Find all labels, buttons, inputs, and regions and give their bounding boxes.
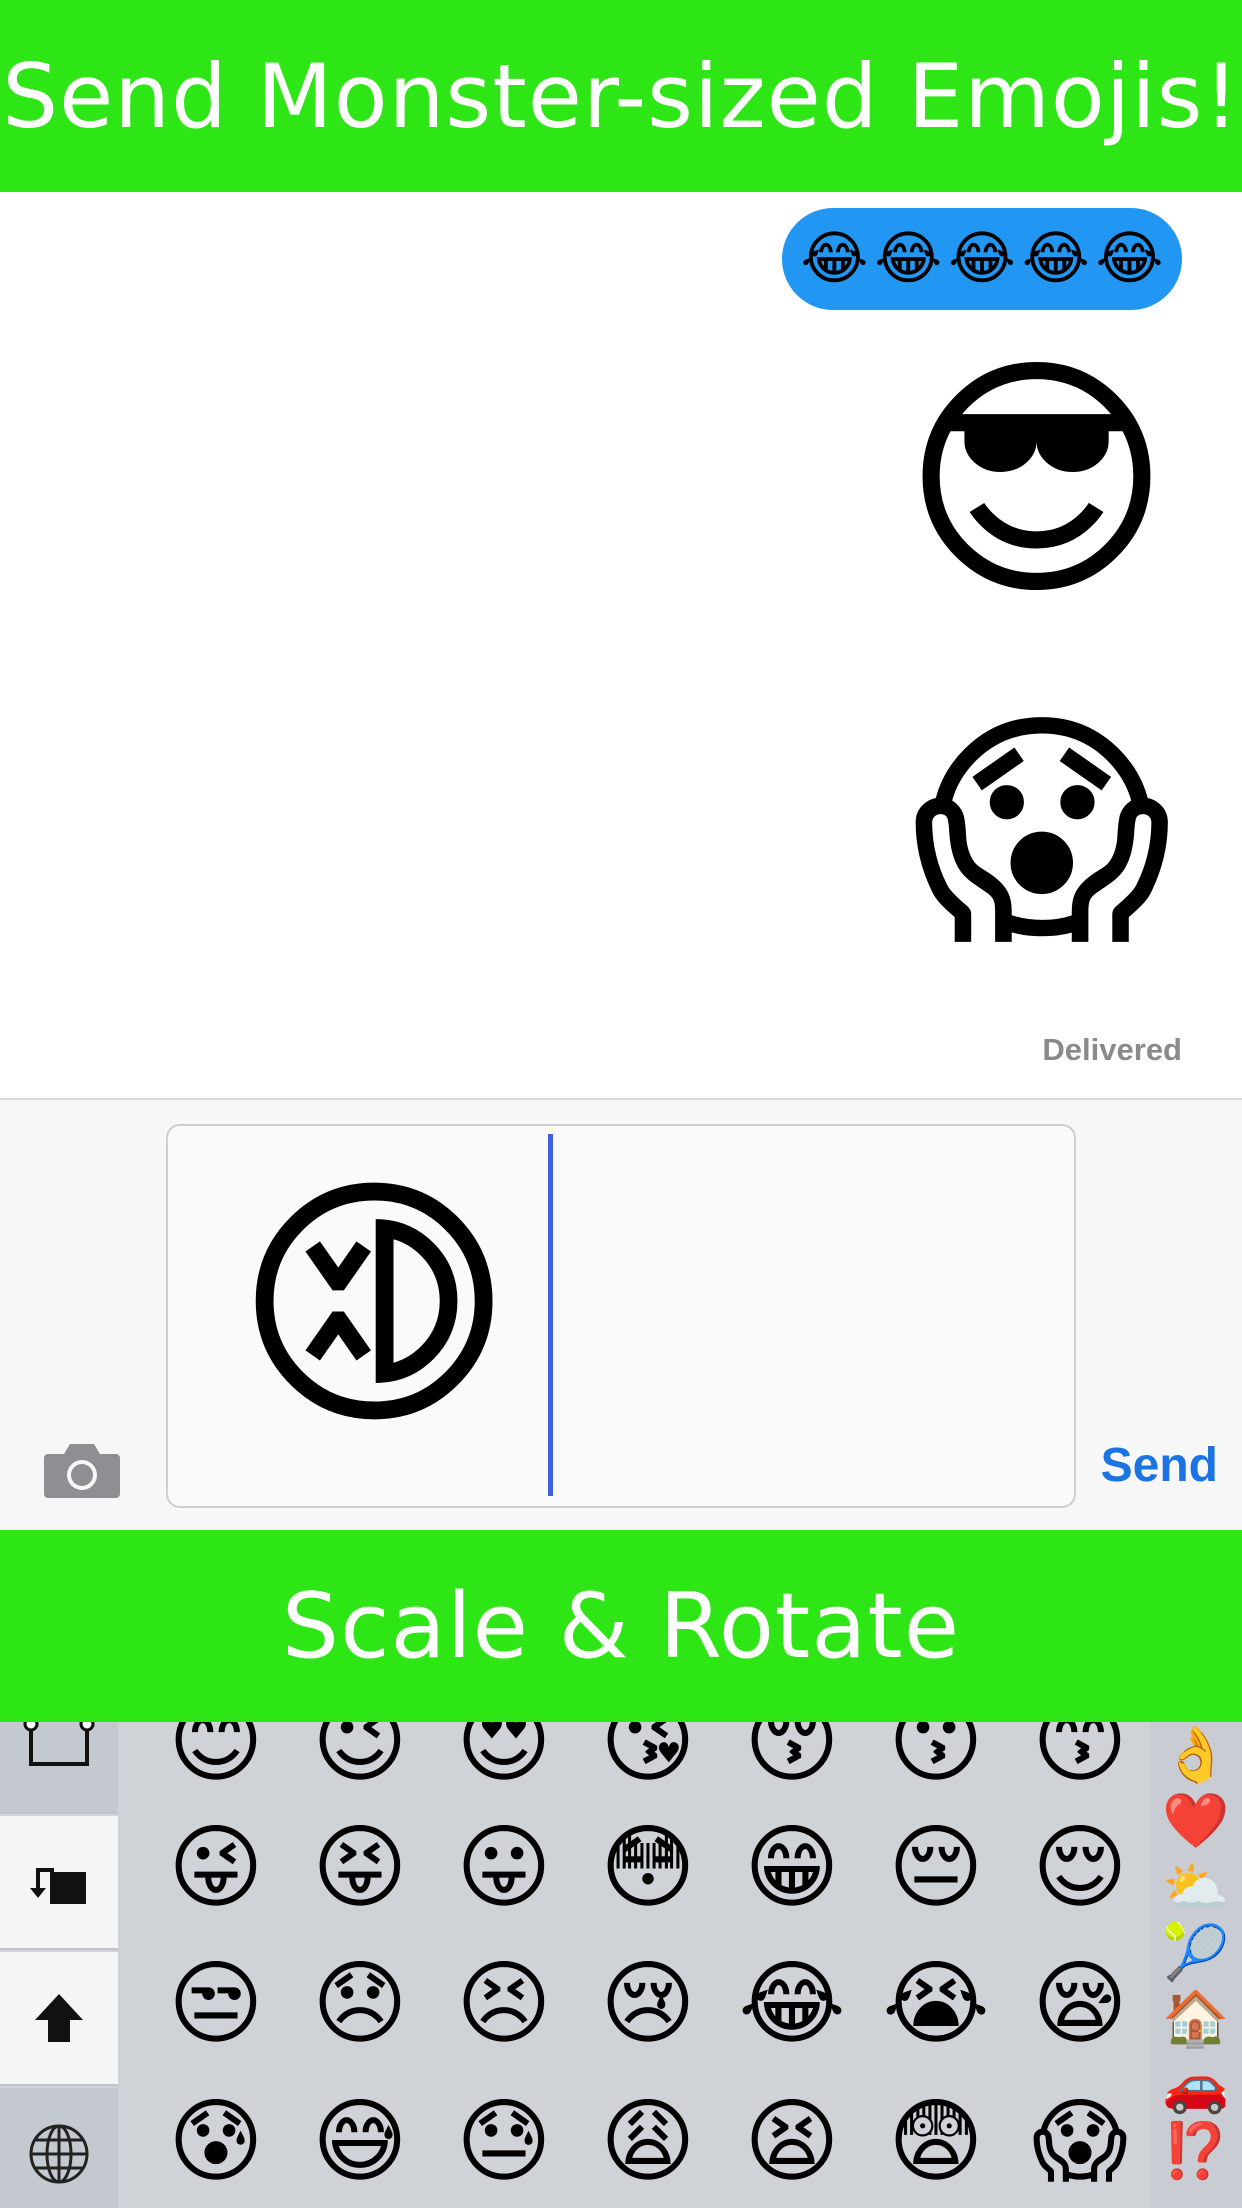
send-button[interactable]: Send: [1101, 1438, 1218, 1493]
emoji-key[interactable]: 😓: [444, 2082, 564, 2202]
emoji-key[interactable]: 😭: [876, 1944, 996, 2064]
share-key[interactable]: [0, 1722, 118, 1814]
emoji-key[interactable]: 😗: [876, 1722, 996, 1802]
rotate-key[interactable]: [0, 1816, 118, 1950]
emoji-grid: 😊 😉 😍 😘 😚 😗 😙 😜 😝 😛 😳 😁 😔 😌 😒 😞 😣 😢 😂 😭 …: [136, 1722, 1136, 2208]
emoji-category-bar: 👌 ❤️ ⛅ 🎾 🏠 🚗 ⁉️: [1150, 1722, 1242, 2208]
emoji-key[interactable]: 😛: [444, 1808, 564, 1928]
category-sports-icon[interactable]: 🎾: [1150, 1920, 1242, 1986]
input-emoji[interactable]: 😆: [230, 1160, 531, 1441]
bubble-emoji: 😂: [800, 226, 869, 291]
category-travel-icon[interactable]: 🚗: [1150, 2052, 1242, 2118]
emoji-key[interactable]: 😚: [732, 1722, 852, 1802]
emoji-key[interactable]: 😪: [1020, 1944, 1140, 2064]
top-banner: Send Monster-sized Emojis!: [0, 0, 1242, 192]
message-input[interactable]: 😆: [166, 1124, 1076, 1508]
top-banner-text: Send Monster-sized Emojis!: [2, 44, 1240, 148]
emoji-key[interactable]: 😔: [876, 1808, 996, 1928]
emoji-key[interactable]: 😰: [156, 2082, 276, 2202]
emoji-key[interactable]: 😳: [588, 1808, 708, 1928]
bubble-emoji: 😂: [874, 226, 943, 291]
emoji-key[interactable]: 😍: [444, 1722, 564, 1802]
text-cursor: [548, 1134, 553, 1496]
keyboard-left-column: [0, 1722, 118, 2208]
category-heart-icon[interactable]: ❤️: [1150, 1788, 1242, 1854]
emoji-key[interactable]: 😞: [300, 1944, 420, 2064]
emoji-key[interactable]: 😙: [1020, 1722, 1140, 1802]
emoji-key[interactable]: 😊: [156, 1722, 276, 1802]
emoji-key[interactable]: 😨: [876, 2082, 996, 2202]
emoji-key[interactable]: 😘: [588, 1722, 708, 1802]
globe-key[interactable]: [0, 2088, 118, 2208]
camera-icon: [44, 1444, 120, 1498]
bubble-emoji: 😂: [1021, 226, 1090, 291]
emoji-key[interactable]: 😜: [156, 1808, 276, 1928]
emoji-key[interactable]: 😣: [444, 1944, 564, 2064]
category-symbols-icon[interactable]: ⁉️: [1150, 2118, 1242, 2184]
message-bubble[interactable]: 😂 😂 😂 😂 😂: [782, 208, 1182, 310]
emoji-key[interactable]: 😒: [156, 1944, 276, 2064]
emoji-key[interactable]: 😅: [300, 2082, 420, 2202]
emoji-key[interactable]: 😱: [1020, 2082, 1140, 2202]
category-places-icon[interactable]: 🏠: [1150, 1986, 1242, 2052]
shift-icon: [35, 1994, 83, 2042]
category-weather-icon[interactable]: ⛅: [1150, 1854, 1242, 1920]
emoji-key[interactable]: 😢: [588, 1944, 708, 2064]
shift-key[interactable]: [0, 1952, 118, 2086]
bubble-emoji: 😂: [1095, 226, 1164, 291]
globe-icon: [29, 2124, 89, 2184]
bubble-emoji: 😂: [948, 226, 1016, 291]
emoji-key[interactable]: 😌: [1020, 1808, 1140, 1928]
emoji-key[interactable]: 😂: [732, 1944, 852, 2064]
emoji-keyboard: 😊 😉 😍 😘 😚 😗 😙 😜 😝 😛 😳 😁 😔 😌 😒 😞 😣 😢 😂 😭 …: [0, 1722, 1242, 2208]
compose-area: 😆 Send: [0, 1098, 1242, 1530]
emoji-key[interactable]: 😩: [588, 2082, 708, 2202]
camera-button[interactable]: [42, 1438, 122, 1502]
message-thread: 😂 😂 😂 😂 😂 😎 😱 Delivered: [0, 192, 1242, 1098]
emoji-key[interactable]: 😉: [300, 1722, 420, 1802]
emoji-key[interactable]: 😝: [300, 1808, 420, 1928]
big-scream-emoji-message[interactable]: 😱: [911, 707, 1172, 957]
category-people-icon[interactable]: 👌: [1150, 1722, 1242, 1788]
share-icon: [23, 1722, 95, 1766]
delivered-status: Delivered: [1042, 1032, 1182, 1067]
mid-banner-text: Scale & Rotate: [281, 1573, 961, 1679]
rotate-icon: [30, 1868, 86, 1904]
big-sunglasses-emoji-message[interactable]: 😎: [901, 352, 1172, 612]
mid-banner: Scale & Rotate: [0, 1530, 1242, 1722]
emoji-key[interactable]: 😁: [732, 1808, 852, 1928]
emoji-key[interactable]: 😫: [732, 2082, 852, 2202]
